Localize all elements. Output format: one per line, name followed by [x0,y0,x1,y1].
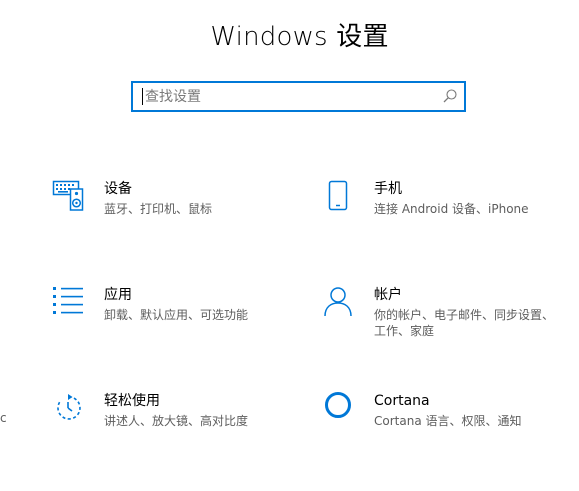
tile-title: 设备 [104,181,132,197]
search-box[interactable] [131,81,466,112]
tile-apps[interactable]: 应用 卸载、默认应用、可选功能 [52,286,302,346]
tile-subtitle: 连接 Android 设备、iPhone [374,202,529,216]
tile-subtitle: 你的帐户、电子邮件、同步设置、工作、家庭 [374,308,555,338]
tile-title: 帐户 [374,287,402,303]
search-input[interactable] [145,83,435,110]
tile-subtitle: 讲述人、放大镜、高对比度 [104,414,249,428]
tile-devices[interactable]: 设备 蓝牙、打印机、鼠标 [52,180,302,240]
text-caret [142,88,143,105]
tile-title: Cortana [374,393,430,409]
clipped-left-text: c [0,411,7,425]
ease-of-access-icon [57,394,81,420]
phone-icon [328,180,348,211]
tile-accounts[interactable]: 帐户 你的帐户、电子邮件、同步设置、工作、家庭 [322,286,572,346]
tile-title: 手机 [374,181,402,197]
tile-ease-of-access[interactable]: 轻松使用 讲述人、放大镜、高对比度 [52,392,302,452]
keyboard-speaker-icon [52,180,84,211]
cortana-ring-icon [325,392,351,418]
tile-phone[interactable]: 手机 连接 Android 设备、iPhone [322,180,572,240]
tile-subtitle: 卸载、默认应用、可选功能 [104,308,249,322]
page-title: Windows 设置 [210,22,389,52]
tile-subtitle: 蓝牙、打印机、鼠标 [104,202,213,216]
search-icon[interactable] [442,88,458,104]
tile-title: 应用 [104,287,132,303]
app-list-icon [53,287,83,314]
tile-cortana[interactable]: Cortana Cortana 语言、权限、通知 [322,392,572,452]
person-icon [324,287,352,317]
tile-title: 轻松使用 [104,393,160,409]
tile-subtitle: Cortana 语言、权限、通知 [374,414,522,428]
